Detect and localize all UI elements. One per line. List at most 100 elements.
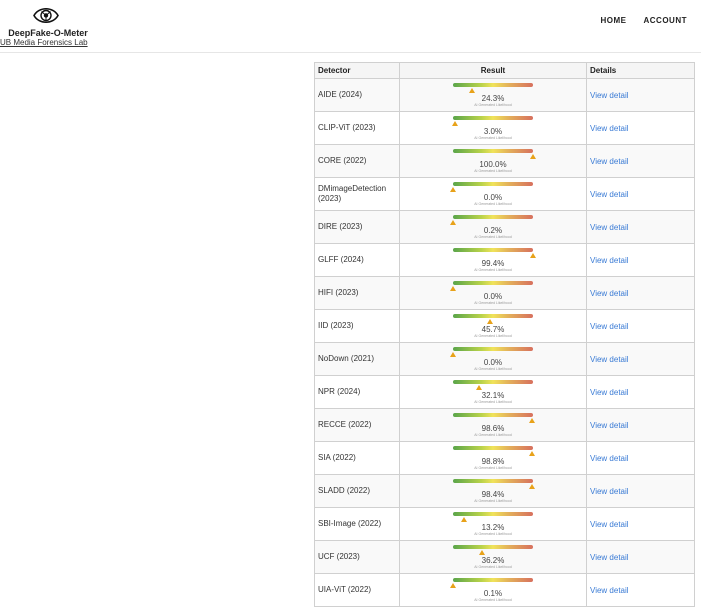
gauge-bar xyxy=(453,83,533,87)
view-detail-link[interactable]: View detail xyxy=(590,355,629,364)
details-cell: View detail xyxy=(586,276,695,310)
result-percent: 32.1% xyxy=(481,391,505,400)
view-detail-link[interactable]: View detail xyxy=(590,190,629,199)
view-detail-link[interactable]: View detail xyxy=(590,520,629,529)
gauge-caption: AI Generated Likelihood xyxy=(474,499,512,503)
view-detail-link[interactable]: View detail xyxy=(590,256,629,265)
view-detail-link[interactable]: View detail xyxy=(590,289,629,298)
table-row: GLFF (2024) 99.4% AI Generated Likelihood V… xyxy=(314,243,695,277)
likelihood-gauge xyxy=(453,545,533,555)
result-cell: 100.0% AI Generated Likelihood xyxy=(399,144,587,178)
result-percent: 45.7% xyxy=(481,325,505,334)
detector-name: SBI-Image (2022) xyxy=(314,507,400,541)
view-detail-link[interactable]: View detail xyxy=(590,91,629,100)
nav-account[interactable]: ACCOUNT xyxy=(644,16,688,25)
gauge-bar xyxy=(453,149,533,153)
result-percent: 99.4% xyxy=(481,259,505,268)
view-detail-link[interactable]: View detail xyxy=(590,553,629,562)
details-cell: View detail xyxy=(586,441,695,475)
gauge-bar xyxy=(453,446,533,450)
result-cell: 99.4% AI Generated Likelihood xyxy=(399,243,587,277)
result-percent: 98.4% xyxy=(481,490,505,499)
detector-name: HIFI (2023) xyxy=(314,276,400,310)
gauge-marker-icon xyxy=(450,220,457,225)
view-detail-link[interactable]: View detail xyxy=(590,388,629,397)
view-detail-link[interactable]: View detail xyxy=(590,421,629,430)
detector-name: DIRE (2023) xyxy=(314,210,400,244)
likelihood-gauge xyxy=(453,512,533,522)
gauge-caption: AI Generated Likelihood xyxy=(474,532,512,536)
likelihood-gauge xyxy=(452,116,533,126)
view-detail-link[interactable]: View detail xyxy=(590,223,629,232)
details-cell: View detail xyxy=(586,408,695,442)
view-detail-link[interactable]: View detail xyxy=(590,124,629,133)
gauge-marker-icon xyxy=(530,154,536,159)
detector-name: CORE (2022) xyxy=(314,144,400,178)
brand-title[interactable]: DeepFake-O-Meter xyxy=(4,28,92,38)
column-header-result: Result xyxy=(399,62,587,79)
view-detail-link[interactable]: View detail xyxy=(590,322,629,331)
gauge-caption: AI Generated Likelihood xyxy=(474,169,512,173)
result-cell: 0.2% AI Generated Likelihood xyxy=(399,210,587,244)
view-detail-link[interactable]: View detail xyxy=(590,487,629,496)
gauge-caption: AI Generated Likelihood xyxy=(474,400,512,404)
result-cell: 24.3% AI Generated Likelihood xyxy=(399,78,587,112)
gauge-bar xyxy=(453,380,533,384)
main-nav: HOME ACCOUNT xyxy=(601,16,688,25)
gauge-bar xyxy=(453,182,533,186)
result-cell: 13.2% AI Generated Likelihood xyxy=(399,507,587,541)
view-detail-link[interactable]: View detail xyxy=(590,157,629,166)
gauge-bar xyxy=(453,116,533,120)
gauge-bar xyxy=(453,248,533,252)
gauge-bar xyxy=(453,545,533,549)
result-percent: 0.1% xyxy=(483,589,503,598)
result-percent: 0.0% xyxy=(483,358,503,367)
detector-name: UIA-ViT (2022) xyxy=(314,573,400,607)
brand-subtitle[interactable]: UB Media Forensics Lab xyxy=(0,38,88,47)
gauge-marker-icon xyxy=(469,88,476,93)
gauge-bar xyxy=(453,215,533,219)
table-row: NoDown (2021) 0.0% AI Generated Likelihood… xyxy=(314,342,695,376)
details-cell: View detail xyxy=(586,573,695,607)
gauge-marker-icon xyxy=(528,418,535,423)
gauge-caption: AI Generated Likelihood xyxy=(474,235,512,239)
result-cell: 3.0% AI Generated Likelihood xyxy=(399,111,587,145)
gauge-caption: AI Generated Likelihood xyxy=(474,598,512,602)
table-row: UIA-ViT (2022) 0.1% AI Generated Likelihoo… xyxy=(314,573,695,607)
result-percent: 0.0% xyxy=(483,193,503,202)
result-cell: 0.1% AI Generated Likelihood xyxy=(399,573,587,607)
detector-name: SLADD (2022) xyxy=(314,474,400,508)
column-header-detector: Detector xyxy=(314,62,400,79)
nav-home[interactable]: HOME xyxy=(601,16,627,25)
result-cell: 32.1% AI Generated Likelihood xyxy=(399,375,587,409)
gauge-marker-icon xyxy=(450,286,456,291)
result-cell: 98.4% AI Generated Likelihood xyxy=(399,474,587,508)
result-percent: 100.0% xyxy=(479,160,507,169)
gauge-bar xyxy=(453,512,533,516)
table-row: AIDE (2024) 24.3% AI Generated Likelihood V… xyxy=(314,78,695,112)
result-cell: 45.7% AI Generated Likelihood xyxy=(399,309,587,343)
table-row: SLADD (2022) 98.4% AI Generated Likelihood… xyxy=(314,474,695,508)
gauge-bar xyxy=(453,413,533,417)
view-detail-link[interactable]: View detail xyxy=(590,454,629,463)
gauge-marker-icon xyxy=(450,352,456,357)
results-table: Detector Result Details AIDE (2024) 24.3%… xyxy=(314,62,695,607)
result-cell: 36.2% AI Generated Likelihood xyxy=(399,540,587,574)
gauge-caption: AI Generated Likelihood xyxy=(474,301,512,305)
gauge-caption: AI Generated Likelihood xyxy=(474,334,512,338)
detector-name: DMimageDetection (2023) xyxy=(314,177,400,211)
view-detail-link[interactable]: View detail xyxy=(590,586,629,595)
gauge-caption: AI Generated Likelihood xyxy=(474,565,512,569)
details-cell: View detail xyxy=(586,342,695,376)
likelihood-gauge xyxy=(450,281,533,291)
details-cell: View detail xyxy=(586,507,695,541)
eye-icon[interactable] xyxy=(33,5,59,26)
gauge-marker-icon xyxy=(478,550,485,555)
likelihood-gauge xyxy=(453,380,533,390)
table-row: CORE (2022) 100.0% AI Generated Likelihood… xyxy=(314,144,695,178)
gauge-marker-icon xyxy=(450,583,457,588)
gauge-caption: AI Generated Likelihood xyxy=(474,136,512,140)
details-cell: View detail xyxy=(586,309,695,343)
gauge-marker-icon xyxy=(460,517,467,522)
result-percent: 36.2% xyxy=(481,556,505,565)
